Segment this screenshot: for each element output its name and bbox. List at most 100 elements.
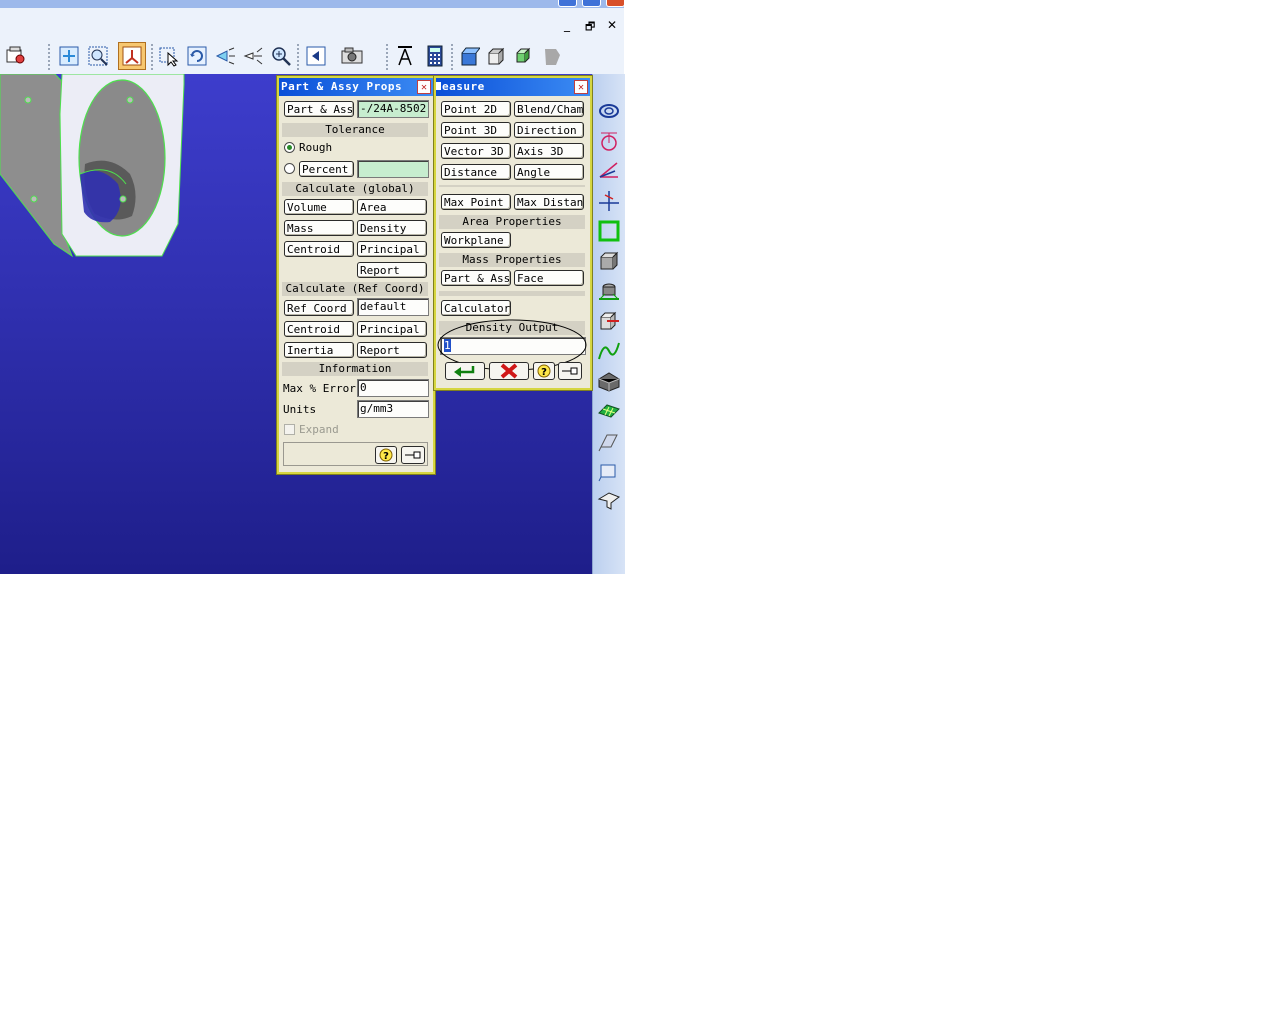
spin-view-icon[interactable] — [213, 43, 237, 69]
text-style-icon[interactable] — [393, 43, 417, 69]
measure-help-button[interactable]: ? — [533, 362, 555, 380]
expand-label: Expand — [299, 423, 339, 436]
ref-report-button[interactable]: Report — [357, 342, 427, 358]
apply-button[interactable] — [445, 362, 485, 380]
part-dialog-title: Part & Assy Props — [279, 78, 433, 96]
mass-button[interactable]: Mass — [284, 220, 354, 236]
minimize-button[interactable]: _ — [564, 18, 570, 32]
pan-icon[interactable] — [241, 43, 265, 69]
toolbar-separator — [386, 44, 388, 70]
line-angle-icon[interactable] — [596, 158, 622, 184]
max-distance-button[interactable]: Max Distanc — [514, 194, 584, 210]
window-title-bar — [0, 0, 625, 8]
print-preview-icon[interactable] — [4, 43, 28, 69]
rough-label: Rough — [299, 141, 333, 154]
direction-3d-button[interactable]: Direction 3 — [514, 122, 584, 138]
box-view-icon[interactable] — [457, 43, 481, 69]
part-name-field[interactable]: -/24A-8502- — [357, 100, 429, 118]
pin-icon — [562, 367, 578, 375]
svg-text:?: ? — [383, 451, 389, 462]
circle-point-icon[interactable] — [596, 128, 622, 154]
percent-radio[interactable] — [284, 163, 295, 174]
help-icon: ? — [379, 448, 393, 462]
axis-3d-button[interactable]: Axis 3D — [514, 143, 584, 159]
orient-icon[interactable] — [118, 42, 146, 70]
report-button[interactable]: Report — [357, 262, 427, 278]
measure-pin-button[interactable] — [558, 362, 582, 380]
calc-global-header: Calculate (global) — [282, 182, 428, 196]
blend-chamfer-button[interactable]: Blend/Chamf — [514, 101, 584, 117]
small-cube-icon[interactable] — [511, 43, 535, 69]
area-button[interactable]: Area — [357, 199, 427, 215]
percent-button[interactable]: Percent — [299, 161, 354, 177]
part-dialog-close-button[interactable]: ✕ — [417, 80, 431, 94]
workplane-button[interactable]: Workplane — [441, 232, 511, 248]
camera-icon[interactable] — [338, 43, 368, 69]
expand-checkbox[interactable] — [284, 424, 295, 435]
back-icon[interactable] — [304, 43, 328, 69]
cube-icon[interactable] — [484, 43, 508, 69]
mesh-icon[interactable] — [596, 398, 622, 424]
max-error-field[interactable]: 0 — [357, 379, 429, 397]
cancel-button[interactable] — [489, 362, 529, 380]
bend-icon[interactable] — [596, 488, 622, 514]
square-icon[interactable] — [596, 218, 622, 244]
tolerance-header: Tolerance — [282, 123, 428, 137]
ring-icon[interactable] — [596, 98, 622, 124]
principal-axes-button[interactable]: Principal A — [357, 241, 427, 257]
cylinder-icon[interactable] — [596, 278, 622, 304]
information-header: Information — [282, 362, 428, 376]
ref-principal-button[interactable]: Principal A — [357, 321, 427, 337]
outer-minimize-button[interactable] — [558, 0, 577, 7]
angle-button[interactable]: Angle — [514, 164, 584, 180]
cube-arrow-icon[interactable] — [596, 248, 622, 274]
ref-coord-button[interactable]: Ref Coord — [284, 300, 354, 316]
calc-ref-header: Calculate (Ref Coord) — [282, 282, 428, 296]
gray-solid-icon[interactable] — [596, 368, 622, 394]
calculator-icon[interactable] — [423, 43, 447, 69]
density-button[interactable]: Density — [357, 220, 427, 236]
axis-icon[interactable] — [596, 188, 622, 214]
units-field[interactable]: g/mm3 — [357, 400, 429, 418]
part-help-button[interactable]: ? — [375, 446, 397, 464]
point-2d-button[interactable]: Point 2D — [441, 101, 511, 117]
box-red-icon[interactable] — [596, 308, 622, 334]
face-button[interactable]: Face — [514, 270, 584, 286]
cancel-icon — [500, 363, 518, 379]
part-assy-button[interactable]: Part & Assy — [284, 101, 354, 117]
close-button[interactable]: ✕ — [607, 18, 617, 32]
calculator-button[interactable]: Calculator — [441, 300, 511, 316]
max-point-button[interactable]: Max Point 3 — [441, 194, 511, 210]
gray-shape-icon — [540, 43, 564, 69]
select-icon[interactable] — [157, 43, 181, 69]
percent-field[interactable] — [357, 160, 429, 178]
part-pin-button[interactable] — [401, 446, 425, 464]
curve-icon[interactable] — [596, 338, 622, 364]
rotate-icon[interactable] — [185, 43, 209, 69]
ref-coord-field[interactable]: default — [357, 298, 429, 316]
centroid-button[interactable]: Centroid — [284, 241, 354, 257]
zoom-window-icon[interactable] — [86, 43, 110, 69]
inertia-button[interactable]: Inertia — [284, 342, 354, 358]
plane-icon[interactable] — [596, 428, 622, 454]
mass-props-header: Mass Properties — [439, 253, 585, 267]
point-3d-button[interactable]: Point 3D — [441, 122, 511, 138]
toolbar-separator — [297, 44, 299, 70]
apply-icon — [454, 366, 475, 377]
zoom-icon[interactable] — [269, 43, 293, 69]
plane2-icon[interactable] — [596, 458, 622, 484]
volume-button[interactable]: Volume — [284, 199, 354, 215]
measure-dialog-close-button[interactable]: ✕ — [574, 80, 588, 94]
help-icon: ? — [537, 364, 551, 378]
vector-3d-button[interactable]: Vector 3D — [441, 143, 511, 159]
rough-radio[interactable] — [284, 142, 295, 153]
restore-button[interactable]: 🗗 — [585, 18, 595, 37]
menu-bar — [0, 8, 624, 40]
measure-dialog: easure ✕ Point 2D Blend/Chamf Point 3D D… — [434, 76, 592, 390]
outer-maximize-button[interactable] — [582, 0, 601, 7]
zoom-fit-icon[interactable] — [57, 43, 81, 69]
measure-part-assy-button[interactable]: Part & Assy — [441, 270, 511, 286]
distance-button[interactable]: Distance — [441, 164, 511, 180]
ref-centroid-button[interactable]: Centroid — [284, 321, 354, 337]
outer-close-button[interactable] — [606, 0, 625, 7]
